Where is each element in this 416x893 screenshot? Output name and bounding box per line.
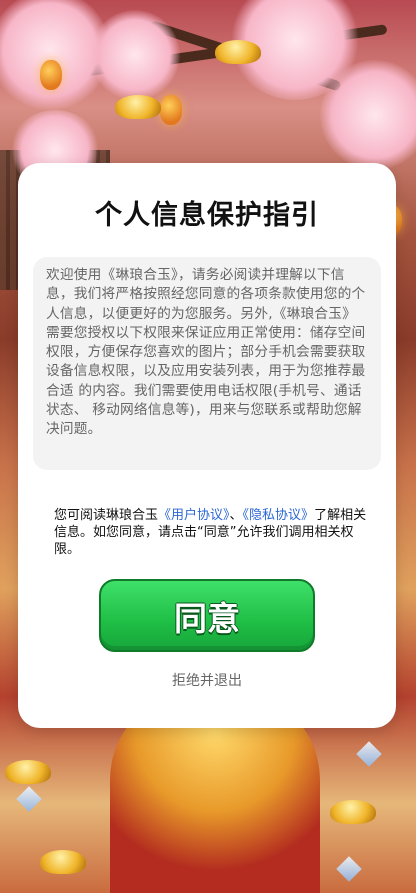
gem-icon bbox=[356, 741, 382, 767]
agree-button[interactable]: 同意 bbox=[99, 579, 315, 652]
lantern-icon bbox=[40, 60, 62, 90]
gold-ingot-icon bbox=[215, 40, 261, 64]
cherry-blossom bbox=[90, 10, 180, 100]
gem-icon bbox=[16, 786, 42, 812]
gem-icon bbox=[336, 856, 362, 882]
gold-ingot-icon bbox=[5, 760, 51, 784]
user-agreement-link[interactable]: 《用户协议》 bbox=[158, 508, 230, 523]
privacy-policy-link[interactable]: 《隐私协议》 bbox=[243, 508, 315, 523]
cherry-blossom bbox=[320, 60, 416, 170]
gold-ingot-icon bbox=[40, 850, 86, 874]
reject-and-exit-button[interactable]: 拒绝并退出 bbox=[18, 670, 396, 690]
lantern-icon bbox=[160, 95, 182, 125]
dialog-title: 个人信息保护指引 bbox=[95, 200, 319, 231]
consent-statement: 您可阅读琳琅合玉《用户协议》、《隐私协议》了解相关信息。如您同意，请点击“同意”… bbox=[54, 507, 374, 558]
privacy-dialog: 个人信息保护指引 欢迎使用《琳琅合玉》，请务必阅读并理解以下信息，我们将严格按照… bbox=[18, 163, 396, 728]
gold-ingot-icon bbox=[330, 800, 376, 824]
consent-separator: 、 bbox=[229, 508, 243, 523]
gold-ingot-icon bbox=[115, 95, 161, 119]
consent-prefix: 您可阅读琳琅合玉 bbox=[54, 508, 159, 523]
privacy-notice-text: 欢迎使用《琳琅合玉》，请务必阅读并理解以下信息，我们将严格按照经您同意的各项条款… bbox=[33, 257, 381, 470]
